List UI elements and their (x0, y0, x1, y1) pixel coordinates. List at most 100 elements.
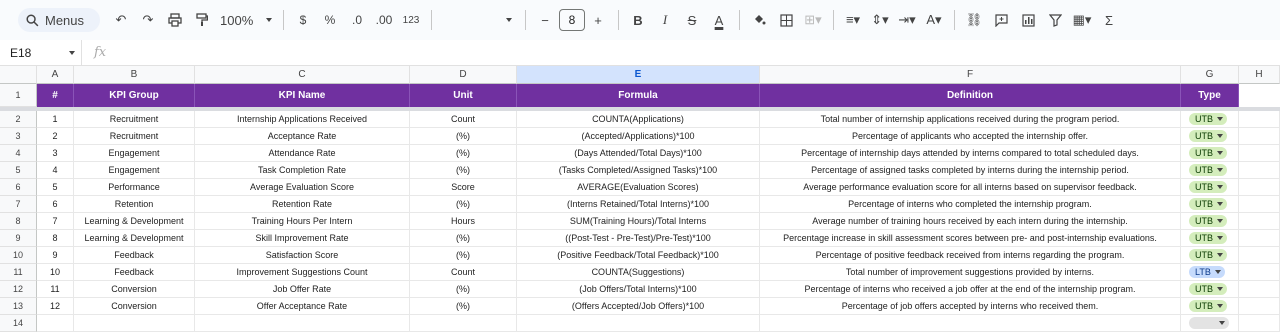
type-dropdown-chip[interactable]: UTB (1189, 181, 1227, 193)
undo-icon[interactable]: ↶ (108, 8, 134, 32)
cell-empty[interactable] (1239, 162, 1280, 179)
cell-empty[interactable] (1239, 247, 1280, 264)
cell-unit[interactable]: (%) (410, 145, 517, 162)
cell-formula[interactable]: ((Post-Test - Pre-Test)/Pre-Test)*100 (517, 230, 760, 247)
cell-definition[interactable]: Percentage increase in skill assessment … (760, 230, 1181, 247)
type-dropdown-chip[interactable]: UTB (1189, 249, 1227, 261)
cell-empty[interactable] (1239, 179, 1280, 196)
cell-kpi-group[interactable]: Performance (74, 179, 195, 196)
header-kpi-name[interactable]: KPI Name (195, 84, 410, 107)
menus-search[interactable]: Menus (18, 8, 100, 32)
bold-icon[interactable]: B (625, 8, 651, 32)
cell-unit[interactable]: (%) (410, 281, 517, 298)
cell-definition[interactable]: Percentage of positive feedback received… (760, 247, 1181, 264)
increase-font-size-button[interactable]: + (585, 8, 611, 32)
cell-type[interactable]: UTB (1181, 196, 1239, 213)
cell-type[interactable]: UTB (1181, 162, 1239, 179)
header-type[interactable]: Type (1181, 84, 1239, 107)
cell-empty[interactable] (37, 315, 74, 332)
row-header-6[interactable]: 6 (0, 179, 37, 196)
header-unit[interactable]: Unit (410, 84, 517, 107)
cell-kpi-name[interactable]: Retention Rate (195, 196, 410, 213)
column-header-c[interactable]: C (195, 66, 410, 84)
name-box[interactable]: E18 (0, 39, 82, 66)
cell-formula[interactable]: (Days Attended/Total Days)*100 (517, 145, 760, 162)
cell-definition[interactable]: Percentage of applicants who accepted th… (760, 128, 1181, 145)
header-definition[interactable]: Definition (760, 84, 1181, 107)
cell-number[interactable]: 10 (37, 264, 74, 281)
row-header-5[interactable]: 5 (0, 162, 37, 179)
column-header-f[interactable]: F (760, 66, 1181, 84)
cell-number[interactable]: 5 (37, 179, 74, 196)
cell-kpi-name[interactable]: Skill Improvement Rate (195, 230, 410, 247)
row-header-3[interactable]: 3 (0, 128, 37, 145)
cell-empty[interactable] (1239, 196, 1280, 213)
cell-type[interactable]: UTB (1181, 247, 1239, 264)
cell-definition[interactable]: Percentage of internship days attended b… (760, 145, 1181, 162)
cell-number[interactable]: 1 (37, 111, 74, 128)
cell-kpi-name[interactable]: Attendance Rate (195, 145, 410, 162)
type-dropdown-chip[interactable]: UTB (1189, 164, 1227, 176)
type-dropdown-chip[interactable]: UTB (1189, 113, 1227, 125)
paint-format-icon[interactable] (189, 8, 215, 32)
insert-link-icon[interactable]: ⛓ (961, 8, 987, 32)
header-formula[interactable]: Formula (517, 84, 760, 107)
cell-unit[interactable]: (%) (410, 230, 517, 247)
cell-type[interactable]: UTB (1181, 111, 1239, 128)
text-color-icon[interactable]: A (706, 8, 732, 32)
cell-formula[interactable]: (Job Offers/Total Interns)*100 (517, 281, 760, 298)
cell-kpi-name[interactable]: Acceptance Rate (195, 128, 410, 145)
horizontal-align-icon[interactable]: ≡▾ (840, 8, 866, 32)
type-dropdown-chip[interactable] (1189, 317, 1229, 329)
text-wrap-icon[interactable]: ⇥▾ (894, 8, 920, 32)
fill-color-icon[interactable] (746, 8, 772, 32)
filter-views-icon[interactable]: ▦▾ (1069, 8, 1095, 32)
type-dropdown-chip[interactable]: UTB (1189, 300, 1227, 312)
borders-icon[interactable] (773, 8, 799, 32)
cell-empty[interactable] (1181, 315, 1239, 332)
corner-select-all[interactable] (0, 66, 37, 84)
cell-kpi-name[interactable]: Task Completion Rate (195, 162, 410, 179)
cell-empty[interactable] (1239, 281, 1280, 298)
row-header-7[interactable]: 7 (0, 196, 37, 213)
row-header-13[interactable]: 13 (0, 298, 37, 315)
cell-definition[interactable]: Percentage of job offers accepted by int… (760, 298, 1181, 315)
cell-definition[interactable]: Average number of training hours receive… (760, 213, 1181, 230)
print-icon[interactable] (162, 8, 188, 32)
cell-number[interactable]: 8 (37, 230, 74, 247)
cell-kpi-group[interactable]: Engagement (74, 145, 195, 162)
cell-empty[interactable] (1239, 230, 1280, 247)
cell-definition[interactable]: Average performance evaluation score for… (760, 179, 1181, 196)
cell-number[interactable]: 12 (37, 298, 74, 315)
cell-formula[interactable]: SUM(Training Hours)/Total Interns (517, 213, 760, 230)
insert-comment-icon[interactable] (988, 8, 1014, 32)
cell-empty[interactable] (760, 315, 1181, 332)
cell-definition[interactable]: Percentage of interns who received a job… (760, 281, 1181, 298)
column-header-a[interactable]: A (37, 66, 74, 84)
cell-unit[interactable]: (%) (410, 298, 517, 315)
cell-kpi-group[interactable]: Conversion (74, 281, 195, 298)
cell-unit[interactable]: Hours (410, 213, 517, 230)
column-header-g[interactable]: G (1181, 66, 1239, 84)
row-header-1[interactable]: 1 (0, 84, 37, 107)
cell-type[interactable]: UTB (1181, 179, 1239, 196)
cell-kpi-group[interactable]: Recruitment (74, 111, 195, 128)
decrease-decimal-button[interactable]: .0 (344, 8, 370, 32)
cell-number[interactable]: 6 (37, 196, 74, 213)
cell-type[interactable]: UTB (1181, 213, 1239, 230)
cell-kpi-group[interactable]: Feedback (74, 247, 195, 264)
more-formats-button[interactable]: 123 (398, 8, 424, 32)
row-header-8[interactable]: 8 (0, 213, 37, 230)
type-dropdown-chip[interactable]: LTB (1189, 266, 1225, 278)
cell-empty[interactable] (1239, 315, 1280, 332)
row-header-11[interactable]: 11 (0, 264, 37, 281)
column-header-d[interactable]: D (410, 66, 517, 84)
type-dropdown-chip[interactable]: UTB (1189, 147, 1227, 159)
font-family-select[interactable] (438, 8, 518, 32)
cell-formula[interactable]: (Interns Retained/Total Interns)*100 (517, 196, 760, 213)
decrease-font-size-button[interactable]: − (532, 8, 558, 32)
cell-formula[interactable]: COUNTA(Applications) (517, 111, 760, 128)
cell-definition[interactable]: Percentage of assigned tasks completed b… (760, 162, 1181, 179)
spreadsheet-grid[interactable]: A B C D E F G H 1 2 3 4 5 6 7 8 9 10 11 12 13 14 # KPI Group KPI… (0, 66, 1280, 332)
cell-definition[interactable]: Percentage of interns who completed the … (760, 196, 1181, 213)
